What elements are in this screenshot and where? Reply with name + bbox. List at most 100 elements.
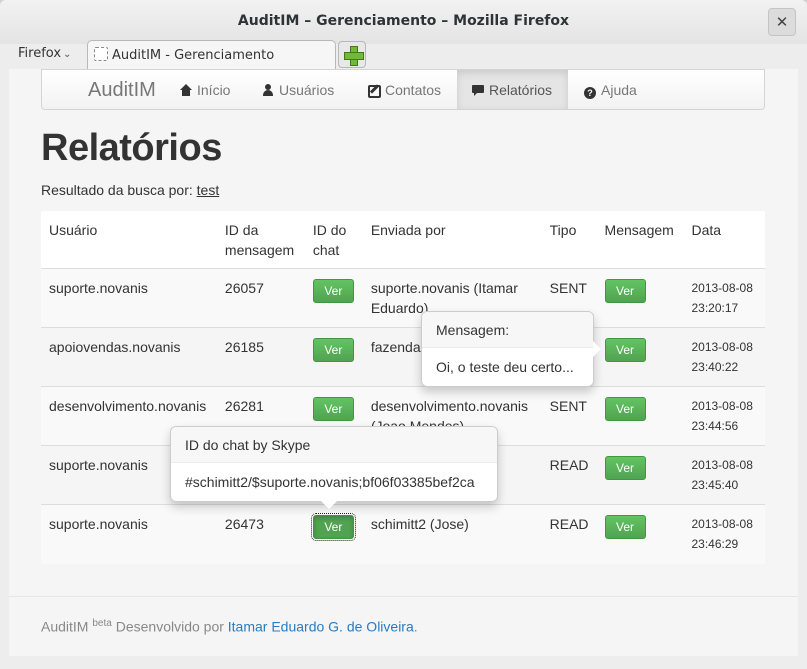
ver-message-button[interactable]: Ver bbox=[604, 397, 646, 421]
nav-item-ajuda[interactable]: ? Ajuda bbox=[572, 70, 652, 109]
cell-tipo: READ bbox=[541, 445, 597, 505]
header-enviada-por: Enviada por bbox=[362, 211, 542, 269]
tab-auditim[interactable]: AuditIM - Gerenciamento bbox=[87, 40, 336, 70]
cell-usuario: suporte.novanis bbox=[41, 268, 217, 328]
search-prefix: Resultado da busca por: bbox=[41, 182, 193, 198]
nav-item-label: Relatórios bbox=[489, 82, 553, 98]
cell-enviada: schimitt2 (Jose) bbox=[362, 504, 542, 564]
footer: AuditIM beta Desenvolvido por Itamar Edu… bbox=[9, 596, 798, 656]
cell-mensagem: Ver bbox=[596, 445, 684, 505]
cell-usuario: apoiovendas.novanis bbox=[41, 327, 217, 387]
cell-date: 2013-08-08 bbox=[691, 340, 753, 354]
cell-id: 26473 bbox=[216, 504, 305, 564]
ver-chat-button[interactable]: Ver bbox=[312, 279, 354, 303]
popover-title: Mensagem: bbox=[422, 312, 593, 348]
brand-link[interactable]: AuditIM bbox=[88, 79, 156, 102]
cell-mensagem: Ver bbox=[596, 268, 684, 328]
home-icon bbox=[180, 84, 192, 96]
table-header-row: Usuário ID da mensagem ID do chat Enviad… bbox=[41, 211, 765, 269]
page-content: AuditIM Início Usuários Contatos Relatór… bbox=[9, 69, 798, 656]
ver-chat-button[interactable]: Ver bbox=[310, 513, 356, 541]
cell-mensagem: Ver bbox=[596, 327, 684, 387]
navbar: AuditIM Início Usuários Contatos Relatór… bbox=[41, 69, 765, 110]
firefox-menu-button[interactable]: Firefox ⌄ bbox=[18, 46, 71, 61]
header-id-mensagem: ID da mensagem bbox=[216, 211, 305, 269]
nav-item-label: Usuários bbox=[279, 82, 335, 98]
popover-arrow bbox=[593, 341, 601, 357]
ver-chat-button[interactable]: Ver bbox=[312, 397, 354, 421]
plus-icon bbox=[343, 45, 364, 66]
search-term: test bbox=[196, 182, 220, 198]
tab-bar: Firefox ⌄ AuditIM - Gerenciamento bbox=[0, 40, 807, 70]
header-mensagem: Mensagem bbox=[596, 211, 684, 269]
cell-mensagem: Ver bbox=[596, 504, 684, 564]
footer-suffix: . bbox=[413, 618, 418, 635]
table-row: suporte.novanis 26473 Ver schimitt2 (Jos… bbox=[41, 504, 765, 564]
nav-item-inicio[interactable]: Início bbox=[168, 70, 248, 109]
window-title: AuditIM – Gerenciamento – Mozilla Firefo… bbox=[237, 13, 570, 29]
cell-time: 23:20:17 bbox=[691, 301, 739, 315]
cell-mensagem: Ver bbox=[596, 386, 684, 446]
header-id-chat: ID do chat bbox=[304, 211, 363, 269]
cell-data: 2013-08-08 23:40:22 bbox=[683, 327, 765, 387]
table-row: suporte.novanis 26057 Ver suporte.novani… bbox=[41, 268, 765, 328]
author-link[interactable]: Itamar Eduardo G. de Oliveira bbox=[228, 619, 414, 635]
cell-usuario: suporte.novanis bbox=[41, 504, 217, 564]
table-row: apoiovendas.novanis 26185 Ver fazenda Ve… bbox=[41, 327, 765, 387]
cell-data: 2013-08-08 23:46:29 bbox=[683, 504, 765, 564]
popover-title: ID do chat by Skype bbox=[171, 427, 497, 463]
cell-tipo: READ bbox=[541, 504, 597, 564]
title-bar: AuditIM – Gerenciamento – Mozilla Firefo… bbox=[0, 0, 807, 44]
user-icon bbox=[262, 84, 274, 96]
header-data: Data bbox=[683, 211, 765, 269]
comment-icon bbox=[472, 84, 484, 96]
popover-content: #schimitt2/$suporte.novanis;bf06f03385be… bbox=[185, 474, 475, 490]
cell-time: 23:40:22 bbox=[691, 360, 739, 374]
message-popover: Mensagem: Oi, o teste deu certo... bbox=[421, 311, 601, 387]
footer-brand: AuditIM bbox=[41, 618, 89, 635]
cell-date: 2013-08-08 bbox=[691, 281, 753, 295]
cell-date: 2013-08-08 bbox=[691, 517, 753, 531]
cell-chat: Ver bbox=[304, 504, 363, 564]
nav-item-relatorios[interactable]: Relatórios bbox=[457, 70, 568, 109]
ver-message-button[interactable]: Ver bbox=[604, 515, 646, 539]
cell-time: 23:46:29 bbox=[691, 537, 739, 551]
edit-icon bbox=[368, 84, 381, 98]
cell-chat: Ver bbox=[304, 327, 363, 387]
nav-item-label: Início bbox=[197, 82, 231, 98]
footer-text: Desenvolvido por bbox=[115, 618, 224, 635]
cell-id: 26057 bbox=[216, 268, 305, 328]
popover-content: Oi, o teste deu certo... bbox=[436, 359, 574, 375]
search-summary: Resultado da busca por: test bbox=[41, 182, 219, 198]
cell-tipo: SENT bbox=[541, 386, 597, 446]
header-usuario: Usuário bbox=[41, 211, 217, 269]
page-title: Relatórios bbox=[41, 127, 222, 169]
cell-date: 2013-08-08 bbox=[691, 399, 753, 413]
cell-id: 26185 bbox=[216, 327, 305, 387]
browser-window: AuditIM – Gerenciamento – Mozilla Firefo… bbox=[0, 0, 807, 669]
chevron-down-icon: ⌄ bbox=[63, 49, 72, 60]
cell-date: 2013-08-08 bbox=[691, 458, 753, 472]
cell-chat: Ver bbox=[304, 268, 363, 328]
close-icon[interactable]: ✕ bbox=[768, 8, 796, 36]
cell-time: 23:45:40 bbox=[691, 478, 739, 492]
cell-data: 2013-08-08 23:44:56 bbox=[683, 386, 765, 446]
results-table: Usuário ID da mensagem ID do chat Enviad… bbox=[41, 211, 765, 564]
ver-message-button[interactable]: Ver bbox=[604, 456, 646, 480]
cell-time: 23:44:56 bbox=[691, 419, 739, 433]
popover-arrow bbox=[321, 501, 337, 509]
help-icon: ? bbox=[584, 87, 596, 99]
nav-item-label: Contatos bbox=[385, 82, 442, 98]
nav-item-contatos[interactable]: Contatos bbox=[356, 70, 458, 109]
footer-badge: beta bbox=[92, 618, 112, 629]
cell-data: 2013-08-08 23:45:40 bbox=[683, 445, 765, 505]
nav-item-label: Ajuda bbox=[601, 82, 637, 98]
ver-message-button[interactable]: Ver bbox=[604, 338, 646, 362]
chat-id-popover: ID do chat by Skype #schimitt2/$suporte.… bbox=[170, 426, 498, 509]
new-tab-button[interactable] bbox=[338, 41, 366, 68]
page-icon bbox=[94, 47, 108, 61]
nav-item-usuarios[interactable]: Usuários bbox=[250, 70, 357, 109]
firefox-menu-label: Firefox bbox=[18, 46, 62, 61]
ver-message-button[interactable]: Ver bbox=[604, 279, 646, 303]
ver-chat-button[interactable]: Ver bbox=[312, 338, 354, 362]
